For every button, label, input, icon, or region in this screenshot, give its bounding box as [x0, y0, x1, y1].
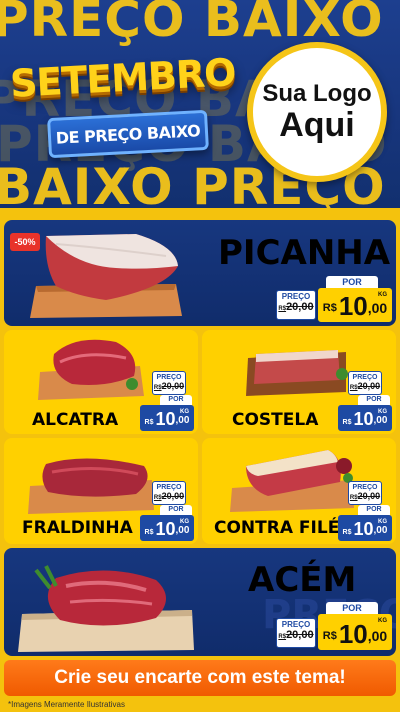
contra-file-old-price-value: 20,00	[357, 491, 381, 501]
picanha-image	[30, 234, 182, 318]
costela-price-int: 10	[353, 409, 374, 429]
picanha-por-label: POR	[326, 276, 378, 288]
bg-word-top: PREÇO BAIXO	[0, 0, 384, 48]
contra-file-currency: R$	[342, 529, 352, 536]
costela-unit: KG	[378, 409, 387, 415]
acem-name: ACÉM	[248, 560, 357, 600]
acem-por-label: POR	[326, 602, 378, 614]
costela-image	[246, 350, 348, 396]
picanha-price-tag: R$ 10 ,00 KG	[318, 288, 392, 322]
alcatra-old-price-value: 20,00	[161, 381, 185, 391]
alcatra-image	[38, 339, 144, 400]
fraldinha-old-price-value: 20,00	[161, 491, 185, 501]
contra-file-price-int: 10	[353, 519, 374, 539]
costela-old-price-value: 20,00	[357, 381, 381, 391]
contra-file-old-price-tag: PREÇO R$20,00	[348, 481, 382, 505]
acem-price-dec: ,00	[367, 628, 388, 644]
costela-por-label: POR	[358, 395, 390, 405]
alcatra-price-dec: ,00	[175, 415, 190, 426]
contra-file-old-price: R$20,00	[349, 491, 381, 502]
alcatra-name: ALCATRA	[32, 410, 119, 430]
alcatra-old-currency: R$	[153, 385, 162, 391]
costela-price-dec: ,00	[373, 415, 388, 426]
costela-currency: R$	[342, 419, 352, 426]
acem-currency: R$	[322, 630, 337, 642]
campaign-title: SETEMBRO DE PREÇO BAIXO	[9, 42, 237, 182]
contra-file-old-currency: R$	[349, 495, 358, 501]
acem-preco-label: PREÇO	[281, 620, 311, 629]
acem-old-price-tag: PREÇO R$20,00	[276, 618, 316, 648]
alcatra-old-price: R$20,00	[153, 381, 185, 392]
costela-price-tag: R$ 10 ,00 KG	[338, 405, 392, 431]
disclaimer-text: *Imagens Meramente Ilustrativas	[8, 700, 125, 709]
contra-file-preco-label: PREÇO	[352, 484, 378, 491]
picanha-preco-label: PREÇO	[281, 292, 311, 301]
alcatra-currency: R$	[144, 419, 154, 426]
fraldinha-price-tag: R$ 10 ,00 KG	[140, 515, 194, 541]
alcatra-por-label: POR	[160, 395, 192, 405]
contra-file-unit: KG	[378, 519, 387, 525]
fraldinha-old-currency: R$	[153, 495, 162, 501]
fraldinha-preco-label: PREÇO	[156, 484, 182, 491]
logo-line2: Aqui	[279, 106, 355, 144]
acem-old-price-value: 20,00	[286, 629, 314, 641]
costela-old-currency: R$	[349, 385, 358, 391]
picanha-old-price-value: 20,00	[286, 301, 314, 313]
fraldinha-unit: KG	[180, 519, 189, 525]
contra-file-price-dec: ,00	[373, 525, 388, 536]
picanha-price-dec: ,00	[367, 300, 388, 316]
acem-image	[18, 565, 194, 652]
contra-file-name: CONTRA FILÉ	[214, 518, 340, 538]
alcatra-price-tag: R$ 10 ,00 KG	[140, 405, 194, 431]
fraldinha-old-price-tag: PREÇO R$20,00	[152, 481, 186, 505]
fraldinha-price-int: 10	[155, 519, 176, 539]
acem-price-tag: R$ 10 ,00 KG	[318, 614, 392, 650]
cta-banner[interactable]: Crie seu encarte com este tema!	[4, 660, 396, 696]
fraldinha-por-label: POR	[160, 505, 192, 515]
alcatra-preco-label: PREÇO	[156, 374, 182, 381]
picanha-old-currency: R$	[278, 306, 287, 312]
picanha-price-int: 10	[338, 291, 368, 321]
contra-file-image	[230, 450, 354, 512]
title-sub-banner: DE PREÇO BAIXO	[47, 109, 209, 159]
contra-file-price-tag: R$ 10 ,00 KG	[338, 515, 392, 541]
title-sub: DE PREÇO BAIXO	[55, 120, 201, 148]
costela-name: COSTELA	[232, 410, 319, 430]
title-main: SETEMBRO	[9, 50, 237, 106]
alcatra-old-price-tag: PREÇO R$20,00	[152, 371, 186, 395]
picanha-old-price: R$20,00	[277, 302, 315, 313]
logo-line1: Sua Logo	[262, 80, 372, 107]
fraldinha-old-price: R$20,00	[153, 491, 185, 502]
acem-unit: KG	[378, 618, 387, 624]
header-banner: PREÇO BAIXO PREÇO BAIXO PREÇO BAIXO BAIX…	[0, 0, 400, 208]
acem-old-currency: R$	[278, 634, 287, 640]
costela-old-price-tag: PREÇO R$20,00	[348, 371, 382, 395]
picanha-old-price-tag: PREÇO R$20,00	[276, 290, 316, 320]
alcatra-price-int: 10	[155, 409, 176, 429]
alcatra-unit: KG	[180, 409, 189, 415]
picanha-name: PICANHA	[218, 233, 391, 273]
logo-placeholder[interactable]: Sua Logo Aqui	[247, 42, 387, 182]
picanha-unit: KG	[378, 292, 387, 298]
costela-old-price: R$20,00	[349, 381, 381, 392]
acem-old-price: R$20,00	[277, 630, 315, 641]
discount-badge: -50%	[10, 233, 40, 251]
fraldinha-image	[28, 458, 154, 514]
picanha-currency: R$	[322, 302, 337, 314]
fraldinha-name: FRALDINHA	[22, 518, 133, 538]
contra-file-por-label: POR	[358, 505, 390, 515]
costela-preco-label: PREÇO	[352, 374, 378, 381]
fraldinha-currency: R$	[144, 529, 154, 536]
acem-price-int: 10	[338, 619, 368, 649]
fraldinha-price-dec: ,00	[175, 525, 190, 536]
